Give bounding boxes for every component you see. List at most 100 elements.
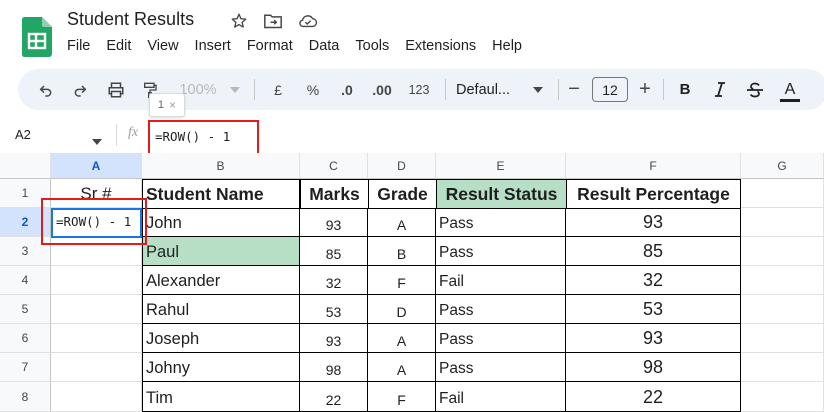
empty-cell[interactable]: [741, 324, 824, 353]
header-cell-grade[interactable]: Grade: [368, 179, 437, 209]
empty-cell[interactable]: [741, 295, 824, 324]
name-cell[interactable]: Rahul: [142, 295, 300, 324]
font-size-input[interactable]: 12: [592, 77, 628, 102]
percentage-cell[interactable]: 53: [566, 295, 741, 324]
marks-cell[interactable]: 98: [300, 353, 368, 382]
menu-tools[interactable]: Tools: [355, 38, 389, 54]
name-cell[interactable]: Johny: [142, 353, 300, 382]
strikethrough-icon[interactable]: [742, 69, 768, 110]
percentage-cell[interactable]: 93: [566, 324, 741, 353]
grade-cell[interactable]: F: [368, 382, 436, 412]
row-header-6[interactable]: 6: [0, 324, 51, 353]
grade-cell[interactable]: A: [368, 353, 436, 382]
empty-cell[interactable]: [741, 382, 824, 412]
status-cell[interactable]: Pass: [436, 208, 566, 237]
sr-cell[interactable]: [51, 324, 142, 353]
italic-icon[interactable]: [708, 69, 732, 110]
name-cell[interactable]: Tim: [142, 382, 300, 412]
grade-cell[interactable]: D: [368, 295, 436, 324]
column-header-g[interactable]: G: [741, 153, 824, 179]
column-header-a[interactable]: A: [51, 153, 142, 179]
name-cell[interactable]: Paul: [142, 237, 300, 266]
empty-cell[interactable]: [741, 237, 824, 266]
empty-cell[interactable]: [741, 208, 824, 237]
font-size-decrease-button[interactable]: −: [564, 69, 584, 110]
name-cell[interactable]: John: [142, 208, 300, 237]
select-all-corner[interactable]: [0, 153, 51, 179]
document-title[interactable]: Student Results: [67, 9, 194, 30]
undo-icon[interactable]: [32, 69, 60, 110]
row-header-4[interactable]: 4: [0, 266, 51, 295]
name-cell[interactable]: Alexander: [142, 266, 300, 295]
menu-file[interactable]: File: [67, 38, 90, 54]
status-cell[interactable]: Pass: [436, 353, 566, 382]
star-icon[interactable]: [229, 11, 249, 31]
status-cell[interactable]: Pass: [436, 295, 566, 324]
row-header-7[interactable]: 7: [0, 353, 51, 382]
font-caret-icon[interactable]: [530, 69, 546, 110]
name-cell[interactable]: Joseph: [142, 324, 300, 353]
column-header-c[interactable]: C: [300, 153, 368, 179]
marks-cell[interactable]: 53: [300, 295, 368, 324]
header-cell-status[interactable]: Result Status: [436, 179, 567, 209]
percentage-cell[interactable]: 22: [566, 382, 741, 412]
name-box[interactable]: A2: [15, 127, 31, 142]
percentage-cell[interactable]: 93: [566, 208, 741, 237]
column-header-d[interactable]: D: [368, 153, 436, 179]
sheets-logo[interactable]: [21, 17, 52, 57]
header-cell-percentage[interactable]: Result Percentage: [566, 179, 741, 209]
sr-cell[interactable]: [51, 295, 142, 324]
font-size-increase-button[interactable]: +: [635, 69, 655, 110]
redo-icon[interactable]: [66, 69, 94, 110]
table-cell[interactable]: [741, 179, 824, 208]
marks-cell[interactable]: 85: [300, 237, 368, 266]
menu-format[interactable]: Format: [247, 38, 293, 54]
menu-extensions[interactable]: Extensions: [405, 38, 476, 54]
menu-insert[interactable]: Insert: [195, 38, 231, 54]
font-family-select[interactable]: Defaul...: [456, 69, 528, 110]
marks-cell[interactable]: 22: [300, 382, 368, 412]
bold-button[interactable]: B: [673, 69, 697, 110]
status-cell[interactable]: Pass: [436, 237, 566, 266]
status-cell[interactable]: Pass: [436, 324, 566, 353]
marks-cell[interactable]: 93: [300, 208, 368, 237]
menu-view[interactable]: View: [147, 38, 178, 54]
increase-decimal-button[interactable]: .00: [367, 69, 397, 110]
sr-cell[interactable]: [51, 353, 142, 382]
number-format-button[interactable]: 123: [404, 69, 434, 110]
grade-cell[interactable]: B: [368, 237, 436, 266]
column-header-b[interactable]: B: [142, 153, 300, 179]
marks-cell[interactable]: 32: [300, 266, 368, 295]
print-icon[interactable]: [101, 69, 131, 110]
empty-cell[interactable]: [741, 353, 824, 382]
grade-cell[interactable]: A: [368, 324, 436, 353]
grade-cell[interactable]: A: [368, 208, 436, 237]
sr-cell[interactable]: [51, 382, 142, 412]
row-header-8[interactable]: 8: [0, 382, 51, 412]
move-folder-icon[interactable]: [263, 11, 283, 31]
cloud-saved-icon[interactable]: [298, 11, 318, 31]
decrease-decimal-button[interactable]: .0: [334, 69, 360, 110]
percentage-cell[interactable]: 32: [566, 266, 741, 295]
percentage-cell[interactable]: 85: [566, 237, 741, 266]
menu-edit[interactable]: Edit: [106, 38, 131, 54]
percent-button[interactable]: %: [301, 69, 325, 110]
status-cell[interactable]: Fail: [436, 266, 566, 295]
text-color-button[interactable]: A: [777, 69, 803, 110]
column-header-e[interactable]: E: [436, 153, 566, 179]
row-header-5[interactable]: 5: [0, 295, 51, 324]
header-cell-name[interactable]: Student Name: [142, 179, 300, 209]
tooltip-close-icon[interactable]: ×: [169, 98, 176, 112]
percentage-cell[interactable]: 98: [566, 353, 741, 382]
name-box-caret-icon[interactable]: [92, 132, 102, 150]
column-header-f[interactable]: F: [566, 153, 741, 179]
sr-cell[interactable]: [51, 266, 142, 295]
currency-button[interactable]: £: [266, 69, 290, 110]
status-cell[interactable]: Fail: [436, 382, 566, 412]
header-cell-marks[interactable]: Marks: [300, 179, 369, 209]
marks-cell[interactable]: 93: [300, 324, 368, 353]
empty-cell[interactable]: [741, 266, 824, 295]
menu-data[interactable]: Data: [309, 38, 340, 54]
zoom-caret-icon[interactable]: [227, 69, 243, 110]
menu-help[interactable]: Help: [492, 38, 522, 54]
